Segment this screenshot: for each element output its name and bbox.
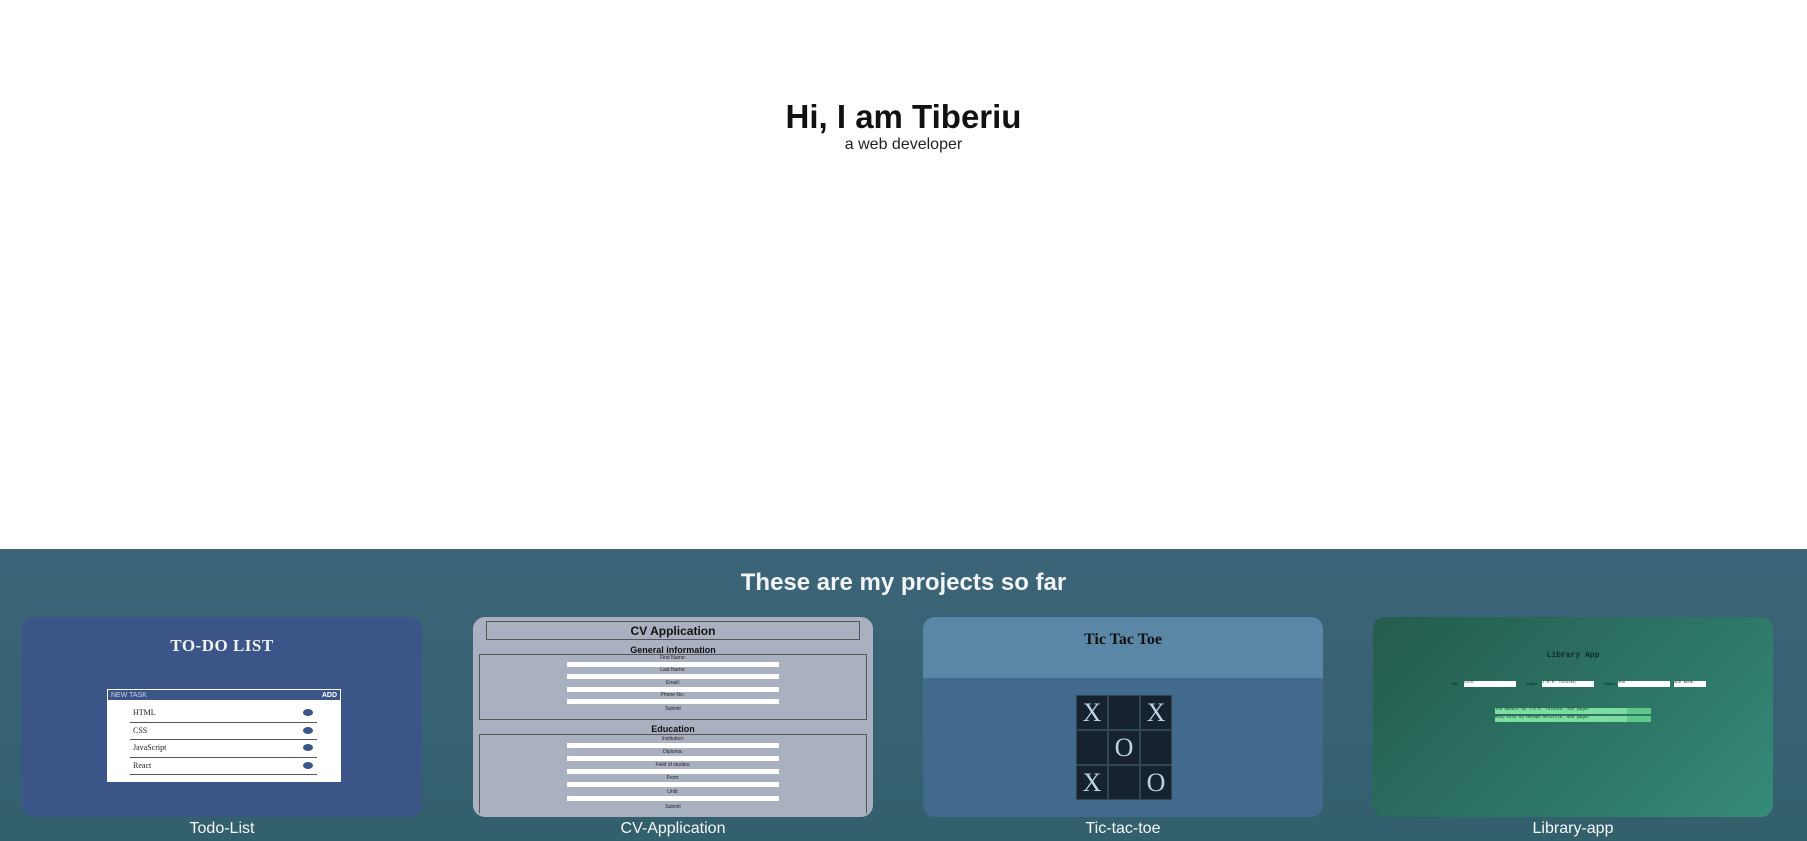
lib-row-tag	[1627, 716, 1651, 722]
cv-preview-education-heading: Education	[651, 724, 695, 734]
cv-field-label: Field of studies:	[655, 762, 691, 768]
cv-field	[567, 756, 779, 761]
cv-field-label: Until:	[667, 789, 679, 795]
cv-field	[567, 674, 779, 679]
lib-input-label: Pages	[1604, 681, 1616, 686]
lib-preview-title: Library App	[1546, 651, 1600, 660]
project-label-tic-tac-toe[interactable]: Tic-tac-toe	[923, 820, 1323, 838]
todo-preview-item: JavaScript	[130, 740, 317, 758]
todo-toggle-icon	[303, 744, 313, 751]
todo-toggle-icon	[303, 761, 313, 769]
cv-field-label: Phone No.:	[660, 692, 686, 698]
ttt-cell	[1076, 730, 1108, 765]
todo-preview-list: HTML CSS JavaScript React	[107, 701, 341, 775]
todo-preview-placeholder: NEW TASK	[111, 691, 147, 699]
projects-section: These are my projects so far TO-DO LIST …	[0, 549, 1807, 841]
cv-field-label: First Name:	[660, 655, 686, 661]
lib-row-tag	[1627, 708, 1651, 714]
lib-add-button: ADD BOOK	[1674, 681, 1706, 687]
cv-field-label: Diploma:	[663, 749, 683, 755]
todo-preview-add: ADD	[321, 691, 337, 699]
todo-preview-box: NEW TASK ADD HTML CSS JavaScript React	[107, 689, 341, 782]
cv-date-field	[567, 782, 779, 787]
hero-subtitle: a web developer	[844, 136, 963, 153]
cv-field	[567, 743, 779, 748]
ttt-preview-title: Tic Tac Toe	[1084, 631, 1162, 648]
cv-preview-education-section: Institution: Diploma: Field of studies: …	[479, 734, 867, 815]
lib-book-row: The Hobbit by J.R.R. Tolkien, 295 pages	[1495, 708, 1651, 714]
lib-book-row: Moby Dick by Herman Melville, 600 pages	[1495, 716, 1651, 722]
cv-date-field	[567, 796, 779, 801]
hero-title: Hi, I am Tiberiu	[785, 98, 1022, 135]
project-card-todo-list[interactable]: TO-DO LIST NEW TASK ADD HTML CSS JavaScr…	[22, 617, 422, 817]
projects-heading: These are my projects so far	[740, 569, 1067, 596]
cv-submit: Submit	[665, 804, 681, 810]
project-label-library-app[interactable]: Library-app	[1373, 820, 1773, 838]
todo-preview-item: CSS	[130, 723, 317, 740]
project-label-todo-list[interactable]: Todo-List	[22, 820, 422, 838]
hero-section: Hi, I am Tiberiu a web developer	[0, 0, 1807, 549]
ttt-cell: X	[1076, 765, 1108, 800]
ttt-cell	[1108, 765, 1140, 800]
lib-input: LOTR	[1464, 681, 1516, 687]
todo-preview-input: NEW TASK ADD	[107, 689, 341, 701]
lib-input: 400	[1618, 681, 1670, 687]
project-card-cv-application[interactable]: CV Application General information First…	[473, 617, 873, 817]
cv-preview-general-section: First Name: Last Name: Email: Phone No.:…	[479, 654, 867, 720]
cv-preview-title: CV Application	[486, 621, 860, 640]
ttt-cell	[1140, 730, 1172, 765]
todo-toggle-icon	[303, 726, 313, 734]
cv-field-label: Institution:	[661, 736, 685, 742]
todo-preview-title: TO-DO LIST	[170, 636, 274, 655]
project-card-library-app[interactable]: Library App Title LOTR Author J.R.R. Tol…	[1373, 617, 1773, 817]
cv-field	[567, 699, 779, 704]
ttt-cell: O	[1108, 730, 1140, 765]
cv-submit: Submit	[665, 706, 681, 712]
cv-field-label: Email:	[666, 680, 680, 686]
ttt-cell: X	[1076, 695, 1108, 730]
cv-field	[567, 769, 779, 774]
lib-input-label: Author	[1526, 681, 1538, 686]
todo-toggle-icon	[303, 709, 313, 716]
lib-input: J.R.R. Tolkien	[1542, 681, 1594, 687]
ttt-cell: O	[1140, 765, 1172, 800]
cv-field-label: From:	[666, 775, 680, 781]
todo-preview-item: React	[130, 758, 317, 775]
ttt-cell: X	[1140, 695, 1172, 730]
project-label-cv-application[interactable]: CV-Application	[473, 820, 873, 838]
ttt-preview-board: X X O X O	[1076, 695, 1172, 800]
ttt-cell	[1108, 695, 1140, 730]
cv-field-label: Last Name:	[660, 667, 686, 673]
lib-input-label: Title	[1451, 681, 1459, 686]
project-card-tic-tac-toe[interactable]: Tic Tac Toe X X O X O	[923, 617, 1323, 817]
todo-preview-item: HTML	[130, 705, 317, 723]
